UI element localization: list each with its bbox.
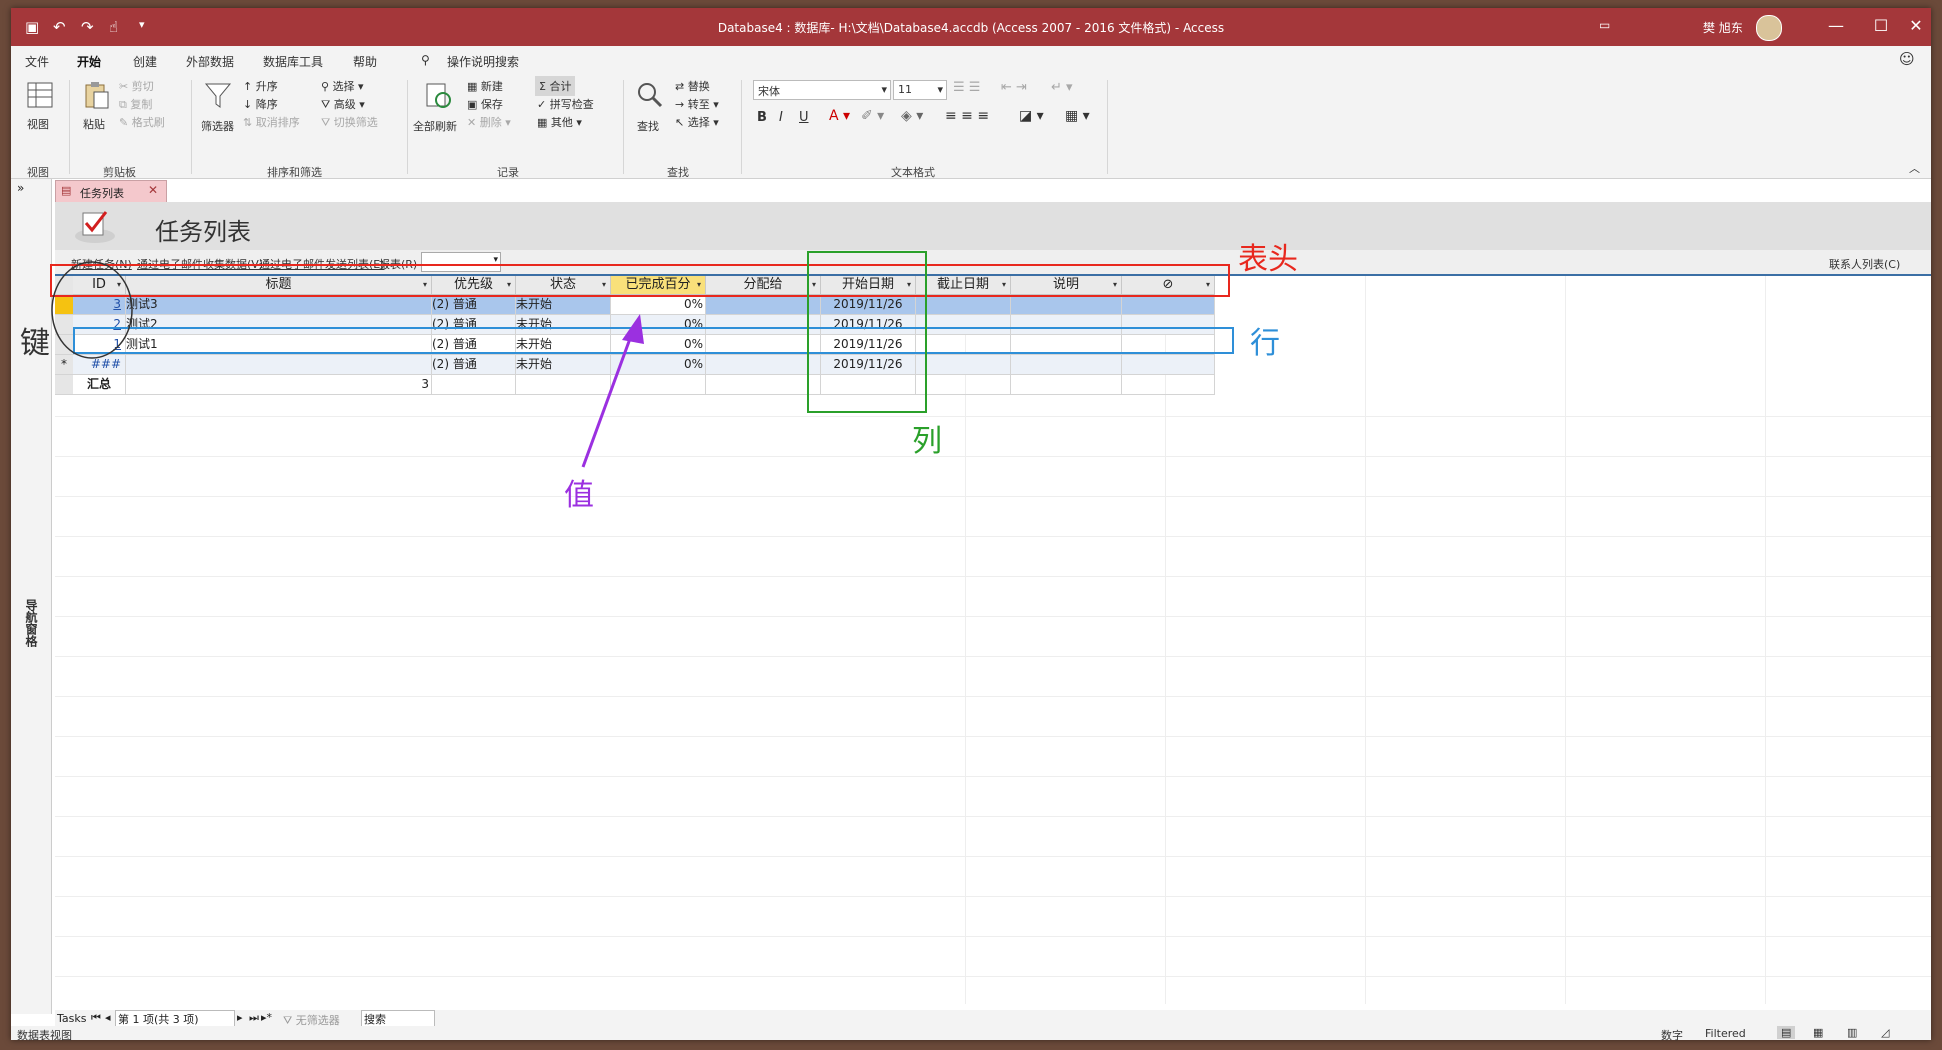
value-arrow <box>581 324 637 468</box>
column-highlight-box <box>807 251 927 413</box>
annotation-header-label: 表头 <box>1238 242 1298 277</box>
annotation-key-label: 键 <box>20 326 50 361</box>
annotation-value-label: 值 <box>564 478 594 513</box>
header-highlight-box <box>50 264 1230 297</box>
annotation-row-label: 行 <box>1250 326 1280 361</box>
key-highlight-circle <box>51 261 133 359</box>
annotation-column-label: 列 <box>912 424 942 459</box>
row-highlight-box <box>73 327 1234 354</box>
annotation-layer <box>50 251 1234 468</box>
